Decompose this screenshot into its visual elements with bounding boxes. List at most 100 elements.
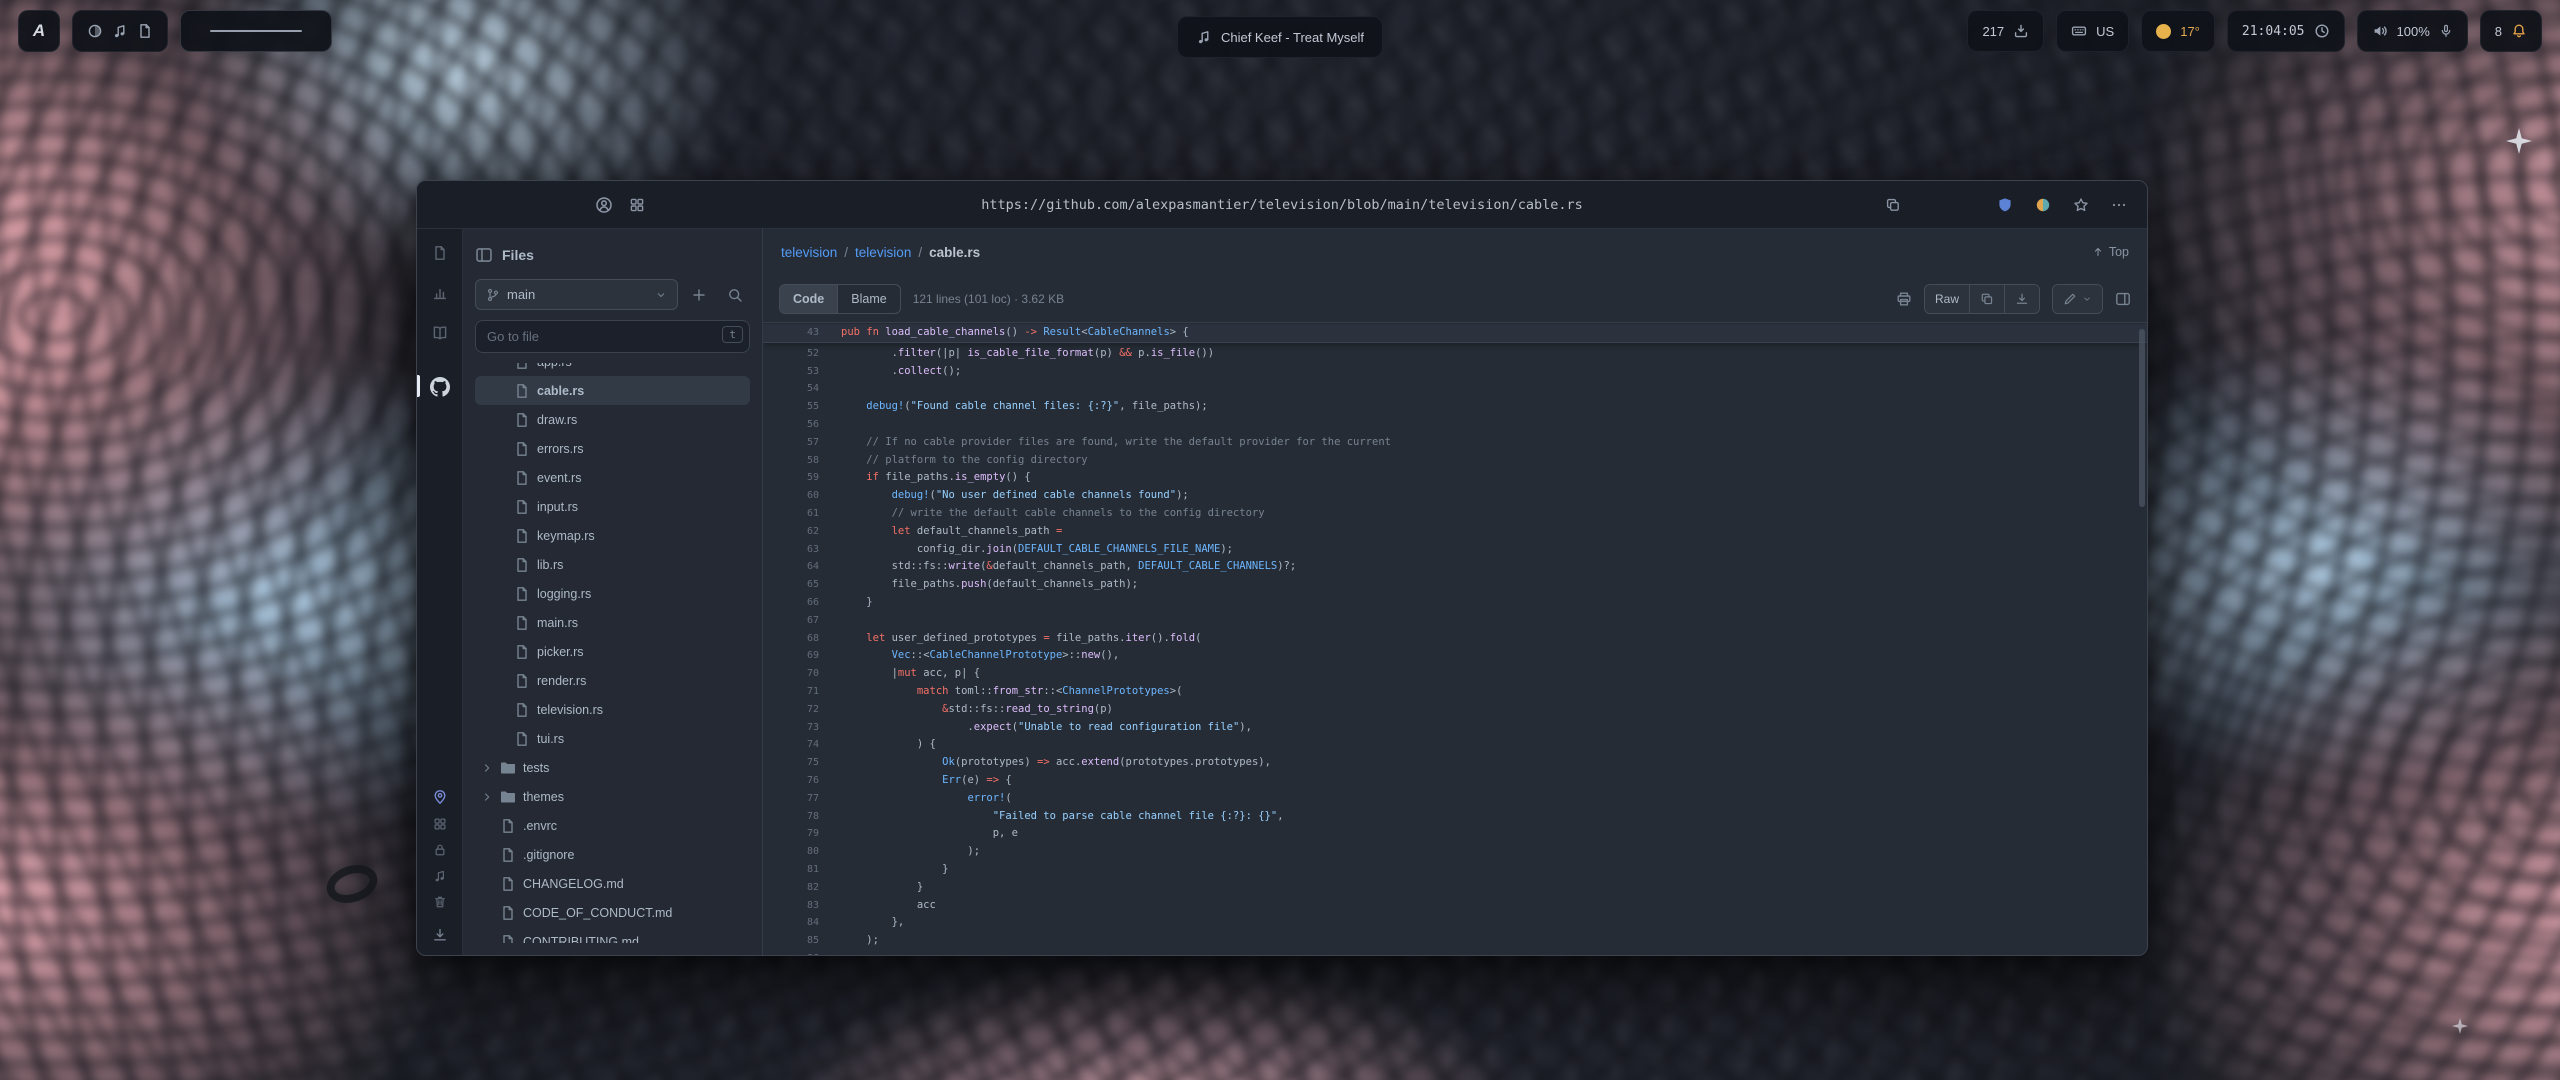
updates-pill[interactable]: 217	[1967, 10, 2044, 52]
now-playing-pill[interactable]: Chief Keef - Treat Myself	[1177, 16, 1383, 58]
line-number[interactable]: 70	[763, 665, 823, 683]
line-number[interactable]: 74	[763, 736, 823, 754]
line-number[interactable]: 76	[763, 772, 823, 790]
weather-pill[interactable]: 17°	[2141, 10, 2215, 52]
rail-apps-icon[interactable]	[433, 817, 447, 831]
tree-item-draw.rs[interactable]: draw.rs	[475, 405, 750, 434]
adblock-extension-icon[interactable]	[1997, 197, 2013, 213]
line-number[interactable]: 59	[763, 469, 823, 487]
line-number[interactable]: 66	[763, 594, 823, 612]
line-number[interactable]: 53	[763, 363, 823, 381]
bookmark-icon[interactable]	[2073, 197, 2089, 213]
tree-item-main.rs[interactable]: main.rs	[475, 608, 750, 637]
tree-item-tui.rs[interactable]: tui.rs	[475, 724, 750, 753]
tree-item-CHANGELOG.md[interactable]: CHANGELOG.md	[475, 869, 750, 898]
music-app-icon[interactable]	[112, 23, 128, 39]
line-number[interactable]: 72	[763, 701, 823, 719]
tree-item-cable.rs[interactable]: cable.rs	[475, 376, 750, 405]
print-icon[interactable]	[1896, 291, 1912, 307]
line-number[interactable]: 60	[763, 487, 823, 505]
line-number[interactable]: 84	[763, 914, 823, 932]
extension-icon[interactable]	[2035, 197, 2051, 213]
line-number[interactable]: 58	[763, 452, 823, 470]
tree-item-render.rs[interactable]: render.rs	[475, 666, 750, 695]
line-number[interactable]: 64	[763, 558, 823, 576]
tree-item-app.rs[interactable]: app.rs	[475, 363, 750, 376]
launcher-button[interactable]: A	[18, 10, 60, 52]
raw-button[interactable]: Raw	[1925, 285, 1969, 313]
tree-item-.envrc[interactable]: .envrc	[475, 811, 750, 840]
line-number[interactable]: 83	[763, 897, 823, 915]
line-number[interactable]: 52	[763, 345, 823, 363]
line-number[interactable]: 67	[763, 612, 823, 630]
line-number[interactable]: 63	[763, 541, 823, 559]
copy-url-icon[interactable]	[1885, 197, 1901, 213]
symbols-panel-icon[interactable]	[2115, 291, 2131, 307]
download-file-button[interactable]	[2004, 285, 2039, 313]
line-number[interactable]: 68	[763, 630, 823, 648]
back-to-top-link[interactable]: Top	[2092, 245, 2129, 259]
goto-file-input[interactable]	[475, 320, 750, 353]
volume-pill[interactable]: 100%	[2357, 10, 2468, 52]
clock-pill[interactable]: 21:04:05	[2227, 10, 2345, 52]
code-scrollbar[interactable]	[2139, 329, 2145, 507]
tree-item-.gitignore[interactable]: .gitignore	[475, 840, 750, 869]
tree-item-event.rs[interactable]: event.rs	[475, 463, 750, 492]
line-number[interactable]: 73	[763, 719, 823, 737]
tab-blame[interactable]: Blame	[837, 285, 899, 313]
tree-item-themes[interactable]: themes	[475, 782, 750, 811]
line-number[interactable]: 75	[763, 754, 823, 772]
line-number[interactable]: 78	[763, 808, 823, 826]
line-number[interactable]: 43	[763, 324, 823, 342]
browser-icon[interactable]	[87, 23, 103, 39]
tree-item-errors.rs[interactable]: errors.rs	[475, 434, 750, 463]
line-number[interactable]: 55	[763, 398, 823, 416]
copy-file-button[interactable]	[1969, 285, 2004, 313]
line-number[interactable]: 85	[763, 932, 823, 950]
line-number[interactable]: 56	[763, 416, 823, 434]
rail-music-icon[interactable]	[433, 869, 447, 883]
line-number[interactable]: 71	[763, 683, 823, 701]
line-number[interactable]: 65	[763, 576, 823, 594]
line-number[interactable]: 82	[763, 879, 823, 897]
tree-item-tests[interactable]: tests	[475, 753, 750, 782]
rail-trash-icon[interactable]	[433, 895, 447, 909]
line-number[interactable]: 57	[763, 434, 823, 452]
tree-item-CODE_OF_CONDUCT.md[interactable]: CODE_OF_CONDUCT.md	[475, 898, 750, 927]
profile-icon[interactable]	[595, 196, 613, 214]
tree-item-lib.rs[interactable]: lib.rs	[475, 550, 750, 579]
rail-lock-icon[interactable]	[433, 843, 447, 857]
line-number[interactable]: 81	[763, 861, 823, 879]
line-number[interactable]: 77	[763, 790, 823, 808]
workspaces-icon[interactable]	[629, 197, 645, 213]
notifications-pill[interactable]: 8	[2480, 10, 2542, 52]
breadcrumb-dir[interactable]: television	[855, 245, 911, 260]
pinned-tab-stats-icon[interactable]	[432, 285, 448, 301]
window-title-pill[interactable]	[180, 10, 332, 52]
tree-item-CONTRIBUTING.md[interactable]: CONTRIBUTING.md	[475, 927, 750, 943]
line-number[interactable]: 61	[763, 505, 823, 523]
url-bar[interactable]: https://github.com/alexpasmantier/televi…	[981, 197, 1582, 213]
line-number[interactable]: 80	[763, 843, 823, 861]
line-number[interactable]: 62	[763, 523, 823, 541]
keyboard-layout-pill[interactable]: US	[2056, 10, 2129, 52]
tree-item-keymap.rs[interactable]: keymap.rs	[475, 521, 750, 550]
collapse-sidebar-icon[interactable]	[475, 246, 493, 264]
menu-icon[interactable]	[2111, 197, 2127, 213]
rail-location-icon[interactable]	[432, 789, 448, 805]
tab-code[interactable]: Code	[780, 285, 837, 313]
edit-file-button[interactable]	[2053, 285, 2102, 313]
line-number[interactable]: 79	[763, 825, 823, 843]
active-tab-github[interactable]	[417, 373, 462, 401]
rail-download-icon[interactable]	[432, 927, 448, 943]
pinned-tab-docs-icon[interactable]	[432, 325, 448, 341]
search-tree-button[interactable]	[720, 280, 750, 310]
line-number[interactable]: 69	[763, 647, 823, 665]
tree-item-input.rs[interactable]: input.rs	[475, 492, 750, 521]
pinned-tab-notes-icon[interactable]	[432, 245, 448, 261]
new-file-button[interactable]	[684, 280, 714, 310]
tree-item-television.rs[interactable]: television.rs	[475, 695, 750, 724]
breadcrumb-repo[interactable]: television	[781, 245, 837, 260]
files-app-icon[interactable]	[137, 23, 153, 39]
line-number[interactable]: 86	[763, 950, 823, 955]
